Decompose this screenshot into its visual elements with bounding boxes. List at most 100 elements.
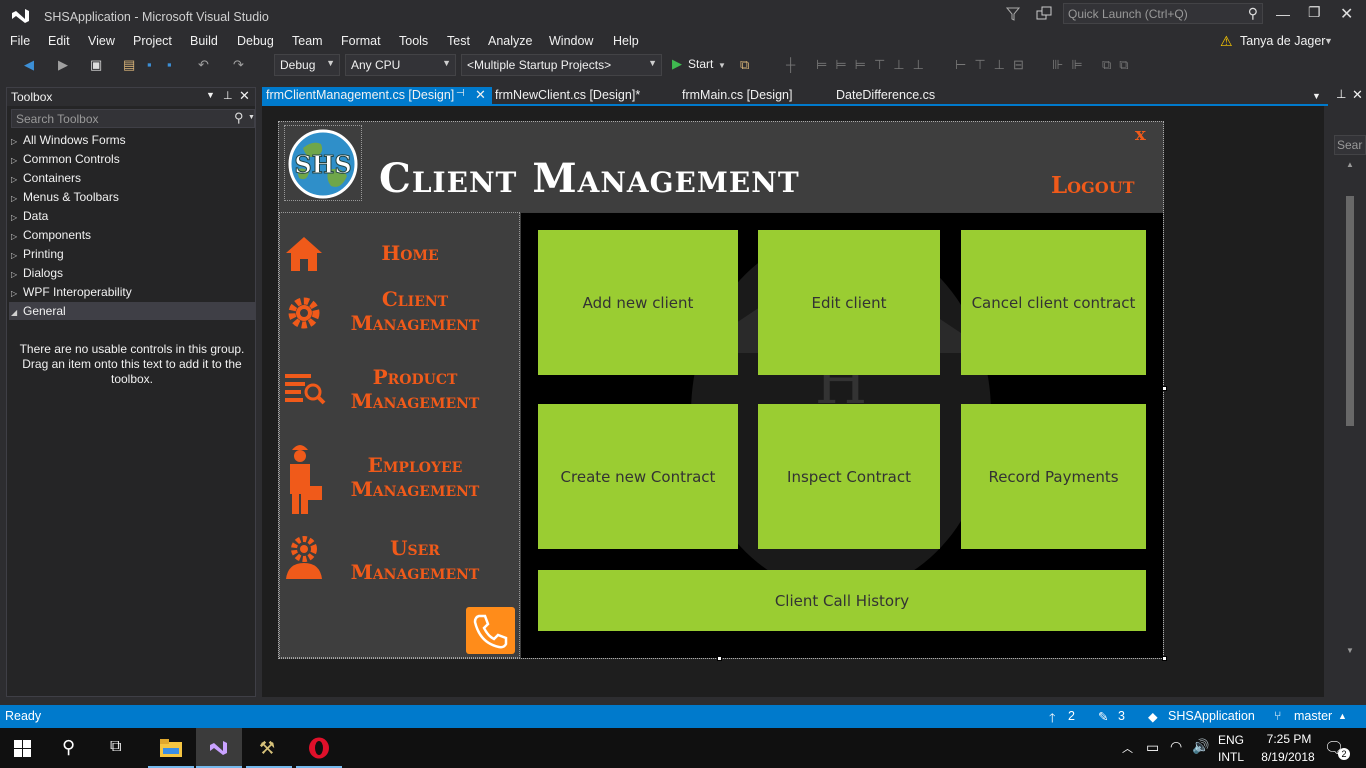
toolbox-group-menus-toolbars[interactable]: ▷ Menus & Toolbars <box>11 190 119 204</box>
scrollbar-thumb[interactable] <box>1346 196 1354 426</box>
align-grid-icon[interactable]: ┼ <box>786 57 795 72</box>
menu-window[interactable]: Window <box>549 34 593 48</box>
search-icon[interactable]: ⚲ <box>234 110 244 126</box>
quick-launch-box[interactable]: Quick Launch (Ctrl+Q) ⚲ <box>1063 3 1263 24</box>
client-call-history-button[interactable]: Client Call History <box>538 570 1146 631</box>
pending-changes-count[interactable]: 3 <box>1118 709 1125 723</box>
start-chevron-down-icon[interactable]: ▼ <box>718 61 726 70</box>
configuration-dropdown[interactable]: Debug ▼ <box>274 54 340 76</box>
repo-icon[interactable]: ◆ <box>1148 709 1158 724</box>
pencil-icon[interactable]: ✎ <box>1098 709 1108 724</box>
language-secondary[interactable]: INTL <box>1218 750 1244 764</box>
menu-view[interactable]: View <box>88 34 115 48</box>
scroll-down-icon[interactable]: ▼ <box>1346 646 1354 655</box>
task-view-icon[interactable]: ⧉ <box>110 738 121 756</box>
filter-icon[interactable] <box>1006 7 1020 21</box>
battery-icon[interactable]: ▭ <box>1146 739 1159 756</box>
chevron-down-icon[interactable]: ▼ <box>248 114 255 121</box>
clock-date[interactable]: 8/19/2018 <box>1254 750 1322 764</box>
spacing-icons[interactable]: ⊢⊤⊥⊟ <box>955 57 1032 73</box>
tab-overflow-icon[interactable]: ▼ <box>1312 91 1321 101</box>
visual-studio-taskbar-button[interactable] <box>196 728 242 768</box>
project-name[interactable]: SHSApplication <box>1168 709 1255 723</box>
toolbox-dropdown-icon[interactable]: ▼ <box>206 90 215 100</box>
pin-icon[interactable]: ⊣ <box>456 88 465 99</box>
call-button[interactable] <box>466 607 515 654</box>
tab-frm-client-management[interactable]: frmClientManagement.cs [Design] ⊣ ✕ <box>262 87 492 105</box>
quick-launch-input[interactable]: Quick Launch (Ctrl+Q) <box>1068 7 1188 21</box>
resize-handle-corner[interactable] <box>1162 656 1167 661</box>
center-icons[interactable]: ⊪⊫ <box>1052 57 1091 73</box>
language-primary[interactable]: ENG <box>1218 733 1244 747</box>
menu-format[interactable]: Format <box>341 34 381 48</box>
minimize-icon[interactable]: — <box>1276 6 1290 22</box>
toolbox-search-input[interactable]: Search Toolbox ⚲ ▼ <box>11 109 255 128</box>
menu-analyze[interactable]: Analyze <box>488 34 532 48</box>
windows-start-icon[interactable] <box>14 740 32 758</box>
panel-search-input[interactable]: Sear <box>1334 135 1366 155</box>
resize-handle-right[interactable] <box>1162 386 1167 391</box>
add-new-client-button[interactable]: Add new client <box>538 230 738 375</box>
logout-button[interactable]: Logout <box>1051 172 1135 199</box>
open-folder-icon[interactable]: ▤ <box>123 57 135 73</box>
pin-icon[interactable]: ⊥ <box>223 89 233 102</box>
back-icon[interactable]: ◀ <box>24 57 34 73</box>
save-all-icon[interactable]: ▪ <box>167 57 172 72</box>
tab-date-difference[interactable]: DateDifference.cs <box>832 87 939 105</box>
branch-name[interactable]: master <box>1294 709 1332 723</box>
volume-icon[interactable]: 🔊 <box>1192 738 1209 755</box>
start-icon[interactable]: ▶ <box>672 56 682 72</box>
tools-taskbar-button[interactable]: ⚒ <box>246 728 292 768</box>
undo-icon[interactable]: ↶ <box>198 57 209 73</box>
tray-chevron-up-icon[interactable]: ︿ <box>1122 740 1133 756</box>
branch-icon[interactable]: ⑂ <box>1274 709 1282 723</box>
search-icon[interactable]: ⚲ <box>1248 5 1258 22</box>
nav-user-management[interactable]: User Management <box>330 536 500 584</box>
menu-project[interactable]: Project <box>133 34 172 48</box>
restore-icon[interactable]: ❐ <box>1308 4 1321 21</box>
toolbox-group-components[interactable]: ▷ Components <box>11 228 91 242</box>
menu-test[interactable]: Test <box>447 34 470 48</box>
startup-project-dropdown[interactable]: <Multiple Startup Projects> ▼ <box>461 54 662 76</box>
close-window-icon[interactable]: ✕ <box>1340 4 1353 24</box>
browser-link-icon[interactable]: ⧉ <box>740 57 749 73</box>
forward-icon[interactable]: ▶ <box>58 57 68 73</box>
nav-home[interactable]: Home <box>340 241 480 265</box>
nav-client-management[interactable]: Client Management <box>330 287 500 335</box>
menu-debug[interactable]: Debug <box>237 34 274 48</box>
nav-product-management[interactable]: Product Management <box>330 365 500 413</box>
toolbox-group-all-windows-forms[interactable]: ▷ All Windows Forms <box>11 133 126 147</box>
file-explorer-taskbar-button[interactable] <box>148 728 194 768</box>
menu-edit[interactable]: Edit <box>48 34 70 48</box>
toolbox-group-printing[interactable]: ▷ Printing <box>11 247 64 261</box>
toolbox-group-general[interactable]: ◢ General <box>11 304 66 318</box>
scroll-up-icon[interactable]: ▲ <box>1346 160 1354 169</box>
vertical-scrollbar[interactable]: ▲ ▼ <box>1343 158 1357 698</box>
inspect-contract-button[interactable]: Inspect Contract <box>758 404 940 549</box>
menu-build[interactable]: Build <box>190 34 218 48</box>
wifi-icon[interactable]: ◠ <box>1170 738 1182 755</box>
new-project-icon[interactable]: ▣ <box>90 57 102 73</box>
save-icon[interactable]: ▪ <box>147 57 152 72</box>
record-payments-button[interactable]: Record Payments <box>961 404 1146 549</box>
toolbox-group-common-controls[interactable]: ▷ Common Controls <box>11 152 120 166</box>
user-name[interactable]: Tanya de Jager <box>1240 34 1325 48</box>
cancel-client-contract-button[interactable]: Cancel client contract <box>961 230 1146 375</box>
toolbox-group-dialogs[interactable]: ▷ Dialogs <box>11 266 63 280</box>
platform-dropdown[interactable]: Any CPU ▼ <box>345 54 456 76</box>
resize-handle-bottom[interactable] <box>717 656 722 661</box>
toolbox-group-wpf-interoperability[interactable]: ▷ WPF Interoperability <box>11 285 132 299</box>
tab-frm-main[interactable]: frmMain.cs [Design] <box>678 87 796 105</box>
toolbox-group-containers[interactable]: ▷ Containers <box>11 171 81 185</box>
start-button[interactable]: Start <box>688 57 713 71</box>
feedback-icon[interactable] <box>1036 6 1052 22</box>
menu-help[interactable]: Help <box>613 34 639 48</box>
layout-align-icons[interactable]: ⊨⊨⊨⊤⊥⊥ <box>816 57 932 73</box>
opera-taskbar-button[interactable] <box>296 728 342 768</box>
unpushed-commits-count[interactable]: 2 <box>1068 709 1075 723</box>
tab-close-icon[interactable]: ✕ <box>475 87 486 103</box>
form-close-button[interactable]: x <box>1135 124 1146 145</box>
order-icons[interactable]: ⧉⧉ <box>1102 57 1137 73</box>
edit-client-button[interactable]: Edit client <box>758 230 940 375</box>
redo-icon[interactable]: ↷ <box>233 57 244 73</box>
